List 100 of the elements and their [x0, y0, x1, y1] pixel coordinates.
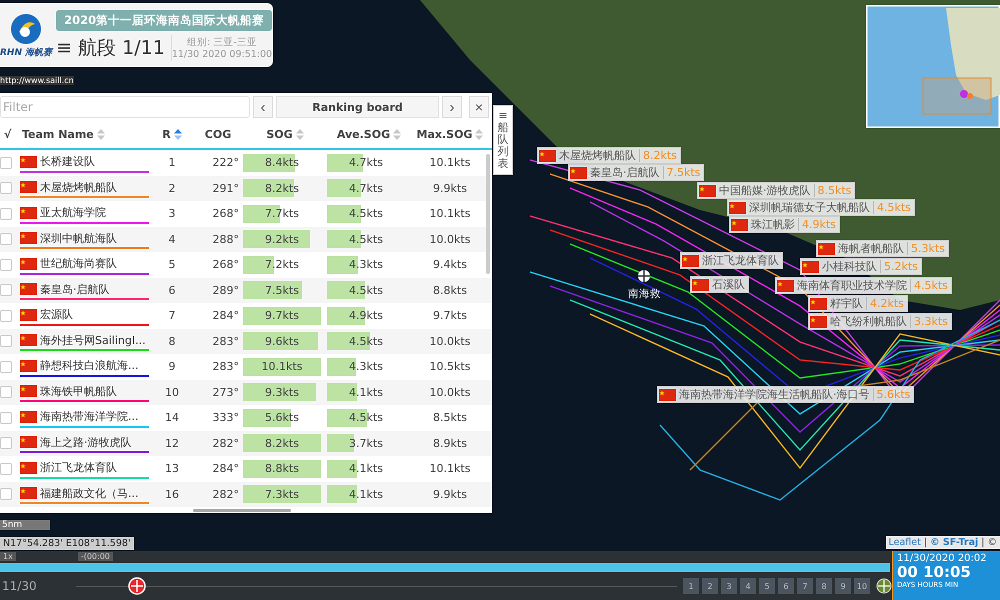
- page-button[interactable]: 4: [740, 578, 756, 594]
- column-header[interactable]: Max.SOG: [416, 128, 472, 140]
- team-name-cell[interactable]: 海南热带海洋学院...: [20, 408, 149, 428]
- flag-icon: [20, 206, 37, 219]
- team-name-cell[interactable]: 秦皇岛·启航队: [20, 280, 149, 300]
- boat-name: 哈飞纷利帆船队: [830, 314, 907, 329]
- page-button[interactable]: 1: [683, 578, 699, 594]
- flag-icon: [20, 283, 37, 296]
- scrollbar[interactable]: [486, 154, 490, 274]
- previous-button[interactable]: ‹: [253, 96, 273, 118]
- column-header[interactable]: SOG: [266, 128, 293, 140]
- boat-label[interactable]: 珠江帆影 4.9kts: [729, 216, 840, 233]
- team-name-cell[interactable]: 亚太航海学院: [20, 204, 149, 224]
- page-button[interactable]: 5: [759, 578, 775, 594]
- boat-label[interactable]: 浙江飞龙体育队: [680, 252, 783, 269]
- speed-label[interactable]: 1x: [0, 552, 16, 561]
- team-name-cell[interactable]: 海外挂号网SailingI...: [20, 331, 149, 352]
- row-checkbox[interactable]: [0, 310, 12, 322]
- cog-cell-text: 288°: [212, 232, 240, 246]
- row-checkbox[interactable]: [0, 208, 12, 220]
- row-checkbox[interactable]: [0, 488, 12, 500]
- rank-cell-text: 10: [164, 386, 180, 399]
- row-checkbox[interactable]: [0, 386, 12, 398]
- next-button[interactable]: ›: [442, 96, 462, 118]
- team-name-cell[interactable]: 浙江飞龙体育队: [20, 458, 149, 479]
- page-button[interactable]: 10: [854, 578, 870, 594]
- website-link[interactable]: http://www.saill.cn: [0, 76, 74, 85]
- attribution-link[interactable]: Leaflet: [888, 537, 921, 548]
- boat-label[interactable]: 秦皇岛·启航队 7.5kts: [568, 164, 704, 181]
- race-time: 11/30 2020 09:51:00: [172, 48, 272, 60]
- column-header[interactable]: R: [162, 128, 171, 140]
- column-header[interactable]: Team Name: [22, 128, 94, 140]
- leg-menu[interactable]: ≡ 航段 1/11: [56, 34, 172, 60]
- boat-label[interactable]: 哈飞纷利帆船队 3.3kts: [808, 313, 952, 330]
- minimap-drawing[interactable]: [866, 5, 1000, 128]
- team-name-cell[interactable]: 世纪航海尚赛队: [20, 254, 149, 275]
- boat-label[interactable]: 木屋烧烤帆船队 8.2kts: [537, 147, 681, 164]
- group-text: 组别: 三亚-三亚: [187, 36, 257, 48]
- boat-label[interactable]: 中国船媒·游牧虎队 8.5kts: [697, 182, 856, 199]
- page-button[interactable]: 7: [797, 578, 813, 594]
- page-button[interactable]: 9: [835, 578, 851, 594]
- max-sog-cell-text: 9.9kts: [432, 182, 468, 195]
- row-checkbox[interactable]: [0, 360, 12, 373]
- team-name-cell[interactable]: 静想科技白浪航海...: [20, 356, 149, 377]
- boat-label[interactable]: 小桂科技队 5.2kts: [800, 258, 922, 275]
- flag-icon: [802, 260, 819, 272]
- cog-cell-text: 333°: [212, 411, 240, 424]
- flag-icon: [20, 436, 37, 448]
- sort-icon[interactable]: [475, 128, 484, 140]
- row-checkbox[interactable]: [0, 284, 12, 296]
- sog-cell: 7.2kts: [243, 256, 321, 274]
- rank-cell-text: 13: [164, 462, 180, 476]
- boat-name: 石溪队: [712, 277, 745, 292]
- crosshair-icon[interactable]: [876, 578, 892, 594]
- boat-label[interactable]: 海南热带海洋学院海生活帆船队·海口号 5.6kts: [657, 386, 914, 403]
- column-header[interactable]: COG: [204, 128, 232, 140]
- team-name-cell[interactable]: 宏源队: [20, 306, 149, 326]
- scrollbar[interactable]: [193, 509, 291, 512]
- team-name-cell[interactable]: 海上之路·游牧虎队: [20, 433, 149, 454]
- sog-cell: 7.5kts: [243, 281, 321, 300]
- boat-speed: 4.9kts: [798, 218, 836, 231]
- sort-icon[interactable]: [174, 128, 182, 140]
- team-name-cell[interactable]: 木屋烧烤帆船队: [20, 178, 149, 198]
- team-name-cell[interactable]: 福建船政文化（马...: [20, 484, 149, 504]
- team-name-cell[interactable]: 长桥建设队: [20, 152, 149, 173]
- slider-thumb[interactable]: [128, 577, 146, 595]
- sog-cell: 7.7kts: [243, 204, 321, 223]
- page-button[interactable]: 6: [778, 578, 794, 594]
- sort-icon[interactable]: [393, 128, 402, 140]
- sort-icon[interactable]: [96, 128, 105, 140]
- boat-name: 珠江帆影: [751, 217, 795, 232]
- row-checkbox[interactable]: [0, 437, 12, 450]
- row-checkbox[interactable]: [0, 258, 12, 271]
- row-checkbox[interactable]: [0, 335, 12, 348]
- boat-label[interactable]: 籽宇队 4.2kts: [808, 295, 908, 312]
- boat-label[interactable]: 石溪队: [690, 276, 749, 293]
- row-checkbox[interactable]: [0, 233, 12, 246]
- filter-field[interactable]: Filter: [0, 96, 250, 118]
- column-header[interactable]: Ave.SOG: [336, 128, 390, 140]
- row-checkbox[interactable]: [0, 462, 12, 475]
- team-name-cell[interactable]: 深圳中帆航海队: [20, 229, 149, 250]
- boat-speed: 5.3kts: [907, 242, 945, 255]
- row-checkbox[interactable]: [0, 156, 12, 169]
- boat-label[interactable]: 海南体育职业技术学院 4.5kts: [775, 277, 952, 294]
- close-button[interactable]: ×: [469, 96, 489, 118]
- sort-icon[interactable]: [296, 128, 304, 140]
- max-sog-cell-text: 10.0kts: [428, 334, 472, 348]
- page-button[interactable]: 3: [721, 578, 737, 594]
- team-name-cell[interactable]: 珠海铁甲帆船队: [20, 382, 149, 402]
- sog-cell: 8.2kts: [243, 434, 321, 452]
- rank-cell-text: 6: [168, 284, 176, 297]
- boat-label[interactable]: 海帆者帆船队 5.3kts: [816, 240, 949, 257]
- column-header[interactable]: √: [4, 128, 12, 140]
- page-button[interactable]: 8: [816, 578, 832, 594]
- page-button[interactable]: 2: [702, 578, 718, 594]
- attribution-link[interactable]: © SF-Traj: [930, 537, 978, 548]
- team-list-tab[interactable]: ≡船队列表: [493, 105, 513, 176]
- boat-label[interactable]: 深圳帆瑞德女子大帆船队 4.5kts: [727, 199, 915, 216]
- row-checkbox[interactable]: [0, 412, 12, 424]
- row-checkbox[interactable]: [0, 182, 12, 194]
